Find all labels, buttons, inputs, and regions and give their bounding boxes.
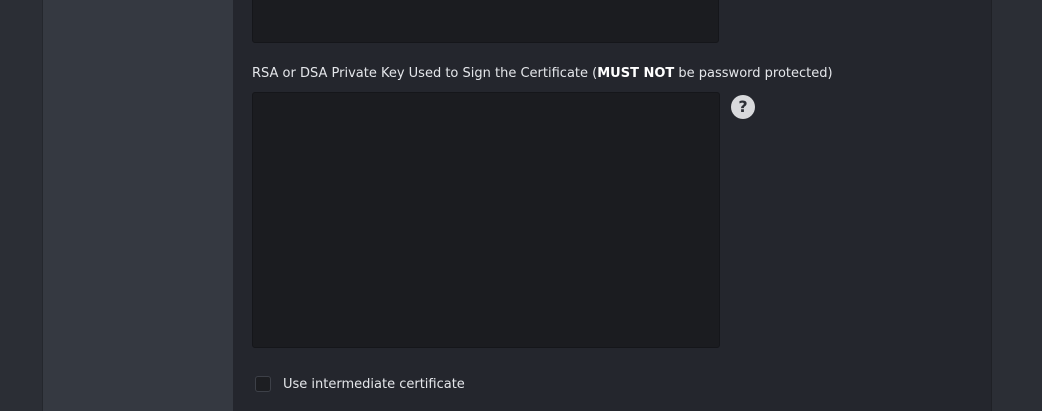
- private-key-label: RSA or DSA Private Key Used to Sign the …: [252, 66, 833, 81]
- private-key-label-after: be password protected): [674, 66, 833, 81]
- use-intermediate-certificate-checkbox[interactable]: [255, 376, 271, 392]
- private-key-textarea[interactable]: [252, 92, 720, 348]
- help-icon[interactable]: ?: [731, 95, 755, 119]
- sidebar: [42, 0, 234, 411]
- certificate-textarea[interactable]: [252, 0, 719, 43]
- page: RSA or DSA Private Key Used to Sign the …: [0, 0, 1042, 411]
- main-content: RSA or DSA Private Key Used to Sign the …: [233, 0, 992, 411]
- use-intermediate-certificate-label: Use intermediate certificate: [283, 376, 465, 392]
- use-intermediate-certificate-option[interactable]: Use intermediate certificate: [255, 374, 465, 394]
- private-key-label-emphasis: MUST NOT: [597, 66, 675, 81]
- private-key-label-before: RSA or DSA Private Key Used to Sign the …: [252, 66, 598, 81]
